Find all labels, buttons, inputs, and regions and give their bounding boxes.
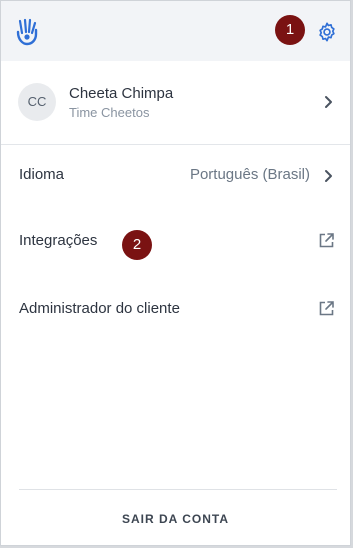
integrations-menu-item[interactable]: Integrações	[1, 221, 350, 261]
integrations-label: Integrações	[19, 232, 98, 249]
gear-icon[interactable]	[316, 21, 338, 43]
chevron-right-icon	[325, 96, 332, 108]
external-link-icon	[319, 233, 334, 248]
client-admin-menu-item[interactable]: Administrador do cliente	[1, 289, 350, 329]
user-organization: Time Cheetos	[69, 105, 150, 120]
logout-button[interactable]: SAIR DA CONTA	[1, 505, 350, 533]
divider	[19, 489, 337, 490]
menu-header: 1	[1, 1, 350, 61]
user-name: Cheeta Chimpa	[69, 85, 174, 102]
language-menu-item[interactable]: Idioma Português (Brasil)	[1, 155, 350, 195]
user-profile-row[interactable]: CC Cheeta Chimpa Time Cheetos	[1, 61, 350, 145]
callout-badge-1: 1	[275, 15, 305, 45]
account-menu-panel: 1 CC Cheeta Chimpa Time Cheetos Idioma P…	[0, 0, 351, 546]
hand-logo-icon	[16, 18, 38, 46]
language-label: Idioma	[19, 166, 65, 183]
callout-badge-2: 2	[122, 230, 152, 260]
avatar: CC	[18, 83, 56, 121]
client-admin-label: Administrador do cliente	[19, 300, 180, 317]
external-link-icon	[319, 301, 334, 316]
chevron-right-icon	[325, 170, 332, 182]
language-value: Português (Brasil)	[189, 166, 310, 183]
